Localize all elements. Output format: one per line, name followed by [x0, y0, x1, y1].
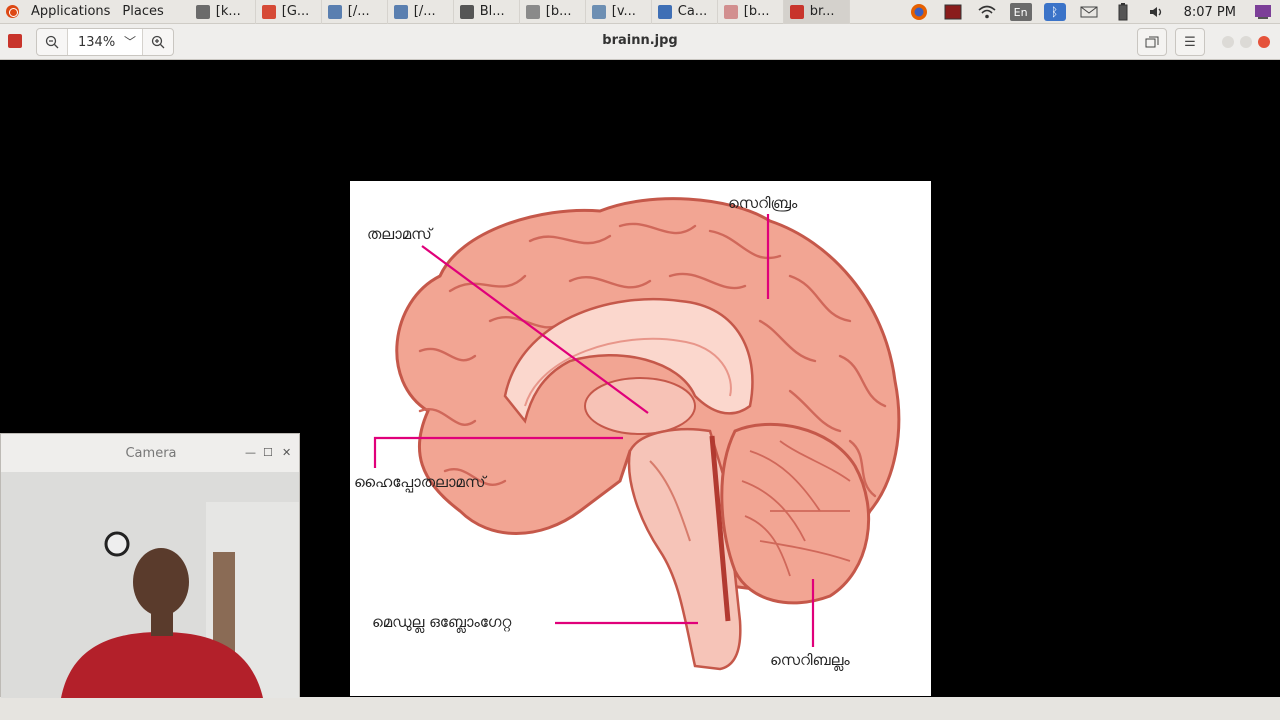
taskbar-item-label: [/...	[347, 4, 370, 19]
taskbar-app-icon	[393, 4, 408, 19]
taskbar-app-icon	[459, 4, 474, 19]
hamburger-menu-icon: ☰	[1184, 34, 1196, 50]
places-menu[interactable]: Places	[116, 0, 169, 24]
taskbar-app-icon	[327, 4, 342, 19]
label-hypothalamus: ഹൈപ്പോതലാമസ്	[354, 473, 486, 491]
volume-icon[interactable]	[1146, 3, 1168, 21]
taskbar-item-label: [/...	[413, 4, 436, 19]
session-menu-icon[interactable]	[1252, 3, 1274, 21]
camera-titlebar[interactable]: Camera — ☐ ✕	[1, 434, 299, 472]
taskbar-app-icon	[525, 4, 540, 19]
taskbar-item-label: [b...	[743, 4, 770, 19]
wifi-icon[interactable]	[976, 3, 998, 21]
close-window-button[interactable]	[1258, 36, 1270, 48]
camera-maximize-button[interactable]: ☐	[263, 446, 273, 459]
camera-close-button[interactable]: ✕	[282, 446, 291, 459]
bottom-strip	[0, 697, 1280, 720]
taskbar-item[interactable]: [b...	[718, 0, 784, 24]
taskbar-item-label: br...	[809, 4, 835, 19]
taskbar-app-icon	[723, 4, 738, 19]
taskbar-item-label: [G...	[281, 4, 310, 19]
ubuntu-logo-icon	[6, 5, 19, 18]
taskbar-item[interactable]: [/...	[322, 0, 388, 24]
label-medulla-oblongata: മെഡുല്ല ഒബ്ലോംഗേറ്റ	[372, 613, 512, 631]
taskbar-app-icon	[657, 4, 672, 19]
camera-window-title: Camera	[125, 446, 177, 461]
gallery-button[interactable]	[1137, 28, 1167, 56]
bluetooth-icon[interactable]: ᛒ	[1043, 3, 1066, 21]
firefox-icon[interactable]	[908, 3, 930, 21]
main-menu-button[interactable]: ☰	[1175, 28, 1205, 56]
taskbar-item[interactable]: br...	[783, 0, 850, 24]
clock[interactable]: 8:07 PM	[1184, 5, 1236, 20]
image-viewer-headerbar: 134% ﹀ brainn.jpg ☰	[0, 24, 1280, 82]
label-thalamus: തലാമസ്	[367, 225, 432, 243]
gallery-icon	[1145, 36, 1159, 48]
screen-recorder-icon[interactable]	[942, 3, 964, 21]
mail-icon[interactable]	[1078, 3, 1100, 21]
taskbar-app-icon	[789, 4, 804, 19]
taskbar-item-label: Ca...	[677, 4, 708, 19]
system-tray: En ᛒ 8:07 PM	[902, 0, 1280, 24]
taskbar-item[interactable]: [/...	[388, 0, 454, 24]
taskbar-item-label: [k...	[215, 4, 241, 19]
taskbar-item-label: [b...	[545, 4, 572, 19]
top-panel: Applications Places [k... [G... [/... [/...…	[0, 0, 1280, 24]
camera-video-feed	[1, 472, 299, 698]
taskbar-app-icon	[591, 4, 606, 19]
taskbar-app-icon	[261, 4, 276, 19]
battery-icon[interactable]	[1112, 3, 1134, 21]
camera-minimize-button[interactable]: —	[245, 446, 256, 459]
label-cerebellum: സെറിബല്ലം	[770, 651, 850, 669]
taskbar: [k... [G... [/... [/... Bl... [b... [v... Ca...…	[190, 0, 850, 24]
applications-menu-label: Applications	[31, 3, 111, 19]
label-cerebrum: സെറിബ്രം	[728, 194, 798, 212]
taskbar-item[interactable]: Bl...	[454, 0, 520, 24]
taskbar-item[interactable]: [b...	[520, 0, 586, 24]
taskbar-item[interactable]: Ca...	[652, 0, 718, 24]
keyboard-layout-indicator[interactable]: En	[1009, 3, 1032, 21]
minimize-window-button[interactable]	[1222, 36, 1234, 48]
taskbar-item[interactable]: [k...	[190, 0, 256, 24]
camera-window[interactable]: Camera — ☐ ✕	[0, 433, 300, 698]
brain-diagram-image: തലാമസ് സെറിബ്രം ഹൈപ്പോതലാമസ് മെഡുല്ല ഒബ്…	[350, 181, 931, 696]
maximize-window-button[interactable]	[1240, 36, 1252, 48]
applications-menu[interactable]: Applications	[0, 0, 116, 24]
taskbar-app-icon	[195, 4, 210, 19]
document-title: brainn.jpg	[602, 33, 678, 48]
taskbar-item-label: Bl...	[479, 4, 505, 19]
webcam-person-image	[1, 472, 299, 698]
taskbar-item[interactable]: [G...	[256, 0, 322, 24]
taskbar-item[interactable]: [v...	[586, 0, 652, 24]
taskbar-item-label: [v...	[611, 4, 636, 19]
